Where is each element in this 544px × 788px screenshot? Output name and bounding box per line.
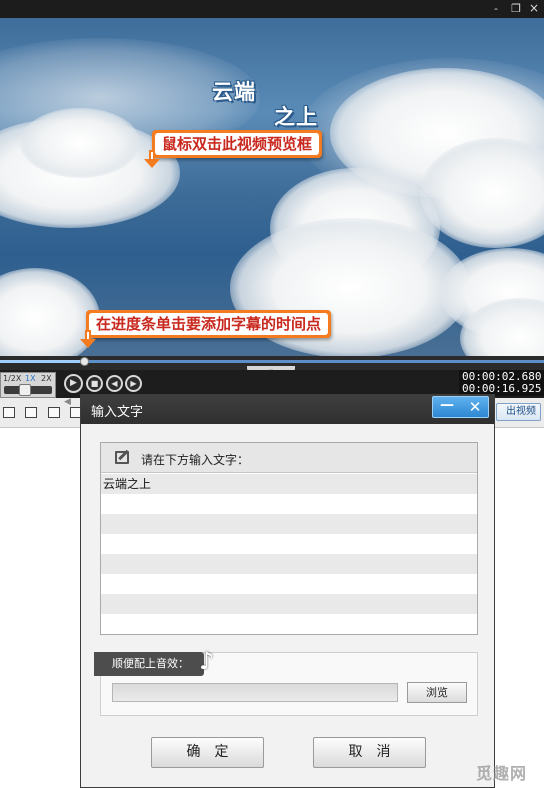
callout-timeline: 在进度条单击要添加字幕的时间点 [86, 310, 332, 338]
dialog-window-controls: — ✕ [432, 396, 489, 418]
speed-option-double[interactable]: 2X [41, 374, 52, 383]
text-input-area[interactable]: 云端之上 [101, 474, 477, 634]
stop-icon[interactable]: ■ [86, 375, 103, 392]
callout-double-click: 鼠标双击此视频预览框 [152, 130, 323, 158]
music-note-icon: ♪ [199, 647, 215, 675]
edit-icon [115, 451, 129, 464]
new-file-icon[interactable] [3, 407, 15, 418]
input-text-dialog: 输入文字 — ✕ 请在下方输入文字： 云端之上 顺便配上音效： ♪ 浏览 确定 … [80, 394, 495, 788]
dialog-close-button[interactable]: ✕ [461, 397, 489, 417]
text-input-panel: 请在下方输入文字： 云端之上 [100, 442, 478, 635]
window-titlebar: - ❐ × [0, 0, 544, 18]
sound-file-field[interactable] [112, 683, 398, 702]
window-restore-button[interactable]: ❐ [508, 1, 524, 16]
callout-text: 在进度条单击要添加字幕的时间点 [89, 313, 329, 335]
volume-icon[interactable]: ◀ [64, 397, 76, 407]
text-line[interactable] [101, 514, 477, 534]
text-line[interactable] [101, 534, 477, 554]
progress-handle[interactable] [80, 357, 89, 366]
next-frame-icon[interactable]: ▶ [125, 375, 142, 392]
text-line[interactable] [101, 494, 477, 514]
export-video-button[interactable]: 出视频 [496, 403, 541, 421]
save-icon[interactable] [48, 407, 60, 418]
speed-selector[interactable]: 1/2X 1X 2X [0, 372, 56, 398]
speed-slider-knob[interactable] [19, 384, 31, 396]
ok-button[interactable]: 确定 [151, 737, 264, 768]
text-line[interactable] [101, 614, 477, 634]
arrow-down-icon [80, 330, 96, 348]
arrow-down-icon [144, 150, 160, 168]
text-panel-header: 请在下方输入文字： [101, 443, 477, 473]
watermark: 觅趣网 [476, 764, 528, 783]
dialog-minimize-button[interactable]: — [433, 397, 461, 417]
subtitle-line-2: 之上 [274, 105, 318, 129]
video-preview[interactable]: 云端 之上 鼠标双击此视频预览框 在进度条单击要添加字幕的时间点 [0, 18, 544, 356]
sound-effect-panel: 顺便配上音效： ♪ 浏览 [94, 647, 478, 716]
text-line[interactable]: 云端之上 [101, 474, 477, 494]
open-folder-icon[interactable] [25, 407, 37, 418]
text-line[interactable] [101, 574, 477, 594]
text-panel-label: 请在下方输入文字： [141, 453, 250, 467]
cloud [20, 108, 140, 178]
text-line[interactable] [101, 554, 477, 574]
speed-option-normal[interactable]: 1X [25, 374, 36, 383]
speed-option-half[interactable]: 1/2X [3, 374, 21, 383]
text-line[interactable] [101, 594, 477, 614]
browse-button[interactable]: 浏览 [407, 682, 467, 703]
window-minimize-button[interactable]: - [488, 1, 504, 16]
cancel-button[interactable]: 取消 [313, 737, 426, 768]
play-icon[interactable]: ▶ [64, 374, 83, 393]
window-close-button[interactable]: × [526, 1, 542, 16]
progress-fill [0, 360, 85, 363]
sound-effect-label: 顺便配上音效： [94, 652, 204, 676]
subtitle-line-1: 云端 [212, 80, 256, 104]
dialog-titlebar[interactable]: 输入文字 — ✕ [81, 395, 494, 424]
previous-frame-icon[interactable]: ◀ [106, 375, 123, 392]
callout-text: 鼠标双击此视频预览框 [155, 133, 320, 155]
dialog-title: 输入文字 [91, 405, 144, 420]
time-display: 00:00:02.680 00:00:16.925 [459, 370, 544, 396]
